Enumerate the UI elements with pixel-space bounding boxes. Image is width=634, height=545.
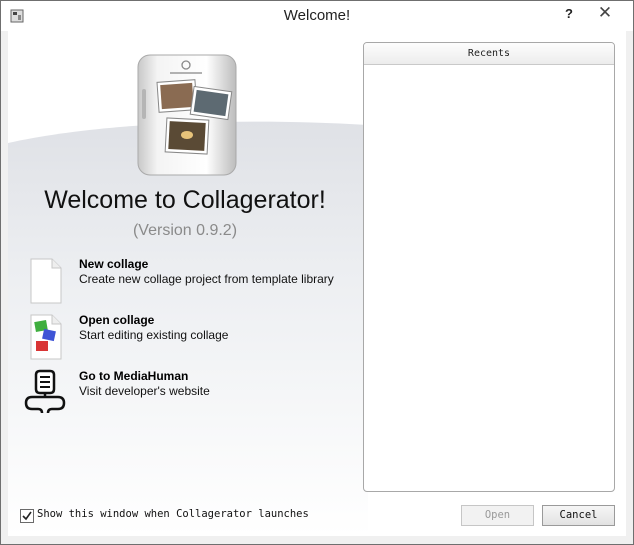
open-collage-action[interactable]: Open collage Start editing existing coll… [22,313,342,363]
welcome-dialog: Welcome! ? ✕ Welcome to Collagerator! (V… [0,0,634,545]
new-collage-label: New collage [79,257,149,271]
fridge-logo [137,54,237,176]
mediahuman-description: Visit developer's website [79,384,210,398]
open-collage-label: Open collage [79,313,155,327]
help-button[interactable]: ? [560,4,578,24]
dialog-content: Welcome to Collagerator! (Version 0.9.2)… [8,31,626,536]
mediahuman-label: Go to MediaHuman [79,369,189,383]
mediahuman-action[interactable]: Go to MediaHuman Visit developer's websi… [22,369,342,419]
mediahuman-logo-icon [24,369,66,414]
open-button[interactable]: Open [461,505,534,526]
recents-panel: Recents [363,42,615,492]
version-label: (Version 0.9.2) [132,222,238,239]
title-bar: Welcome! ? ✕ [1,1,633,31]
cancel-button[interactable]: Cancel [542,505,615,526]
open-collage-description: Start editing existing collage [79,328,229,342]
show-on-launch-checkbox[interactable]: Show this window when Collagerator launc… [20,508,320,526]
checkbox-box[interactable] [20,509,34,523]
collage-document-icon [30,314,62,360]
recents-header: Recents [364,43,614,65]
checkmark-icon [22,511,32,521]
recents-list[interactable] [364,65,614,491]
new-collage-action[interactable]: New collage Create new collage project f… [22,257,342,307]
show-on-launch-label: Show this window when Collagerator launc… [37,508,309,520]
new-collage-description: Create new collage project from template… [79,272,334,286]
welcome-heading: Welcome to Collagerator! [44,186,326,214]
window-title: Welcome! [283,7,351,24]
close-button[interactable]: ✕ [588,4,622,22]
blank-document-icon [30,258,62,304]
